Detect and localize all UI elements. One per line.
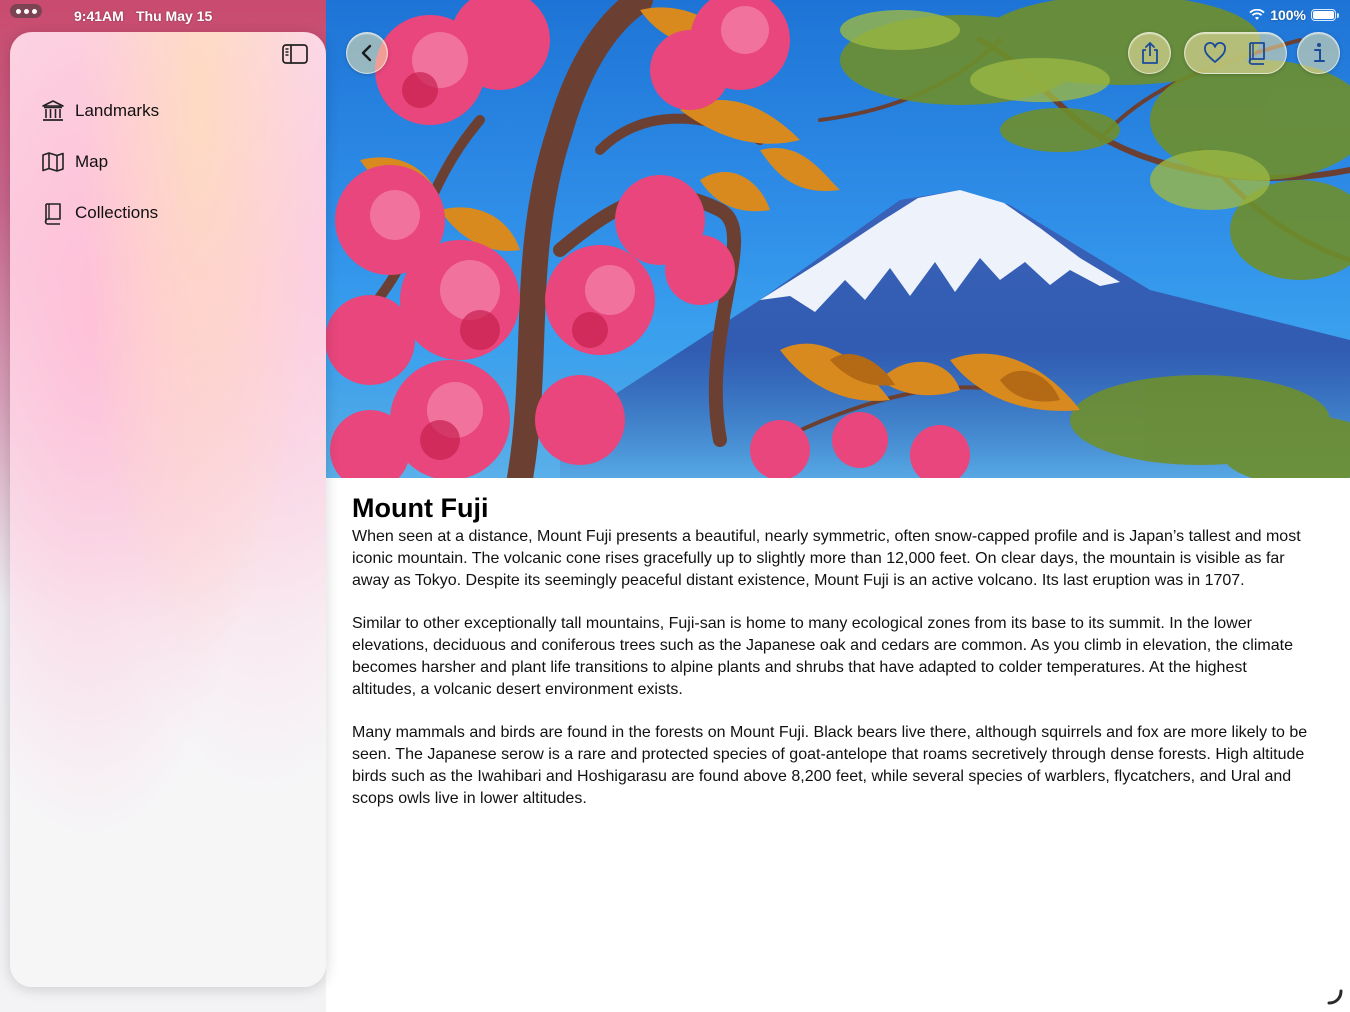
info-icon: [1313, 43, 1325, 62]
back-button[interactable]: [346, 32, 388, 74]
status-date: Thu May 15: [136, 8, 213, 24]
favorite-button[interactable]: [1203, 42, 1227, 64]
description-paragraph: Many mammals and birds are found in the …: [352, 724, 1308, 807]
sidebar-item-label: Landmarks: [75, 101, 160, 120]
sidebar-item-label: Map: [75, 152, 109, 171]
action-group: [1184, 32, 1287, 74]
status-time: 9:41AM: [74, 8, 124, 24]
landmark-detail: Mount Fuji When seen at a distance, Moun…: [352, 490, 1312, 831]
description-paragraph: When seen at a distance, Mount Fuji pres…: [352, 528, 1301, 589]
sidebar-toggle-icon[interactable]: [282, 44, 308, 64]
app-window: 9:41AM Thu May 15 100% Landmarks Map Col…: [0, 0, 1350, 1012]
sidebar-item-collections[interactable]: Collections: [40, 198, 158, 228]
chevron-left-icon: [361, 44, 372, 62]
sidebar-item-label: Collections: [75, 203, 159, 222]
share-button[interactable]: [1128, 32, 1171, 74]
map-icon: [40, 149, 66, 175]
resize-handle-icon[interactable]: [1326, 988, 1344, 1006]
multitasking-dots-icon[interactable]: [10, 4, 42, 18]
battery-icon: [1311, 9, 1339, 21]
sidebar-item-landmarks[interactable]: Landmarks: [40, 96, 159, 126]
sidebar: Landmarks Map Collections: [10, 32, 326, 987]
add-to-collection-button[interactable]: [1246, 41, 1268, 65]
info-button[interactable]: [1297, 32, 1340, 74]
battery-percentage: 100%: [1270, 7, 1306, 23]
page-title: Mount Fuji: [352, 493, 489, 523]
book-icon: [40, 200, 66, 226]
sidebar-item-map[interactable]: Map: [40, 147, 108, 177]
heart-icon: [1203, 42, 1226, 63]
description-paragraph: Similar to other exceptionally tall moun…: [352, 615, 1293, 698]
wifi-icon: [1249, 9, 1265, 20]
status-indicators: 100%: [1249, 7, 1339, 23]
book-icon: [1248, 42, 1266, 65]
share-icon: [1141, 42, 1158, 64]
building-columns-icon: [40, 98, 66, 124]
